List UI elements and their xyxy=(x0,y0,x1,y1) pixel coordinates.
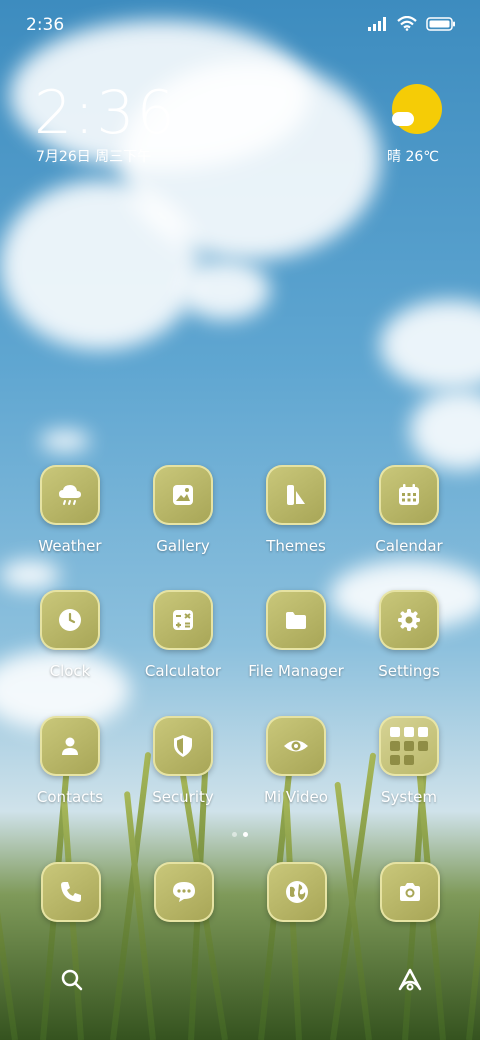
weather-widget-text: 晴 26℃ xyxy=(387,149,439,165)
system-folder-icon xyxy=(379,716,439,776)
app-label: System xyxy=(381,788,437,806)
page-dot[interactable] xyxy=(232,832,237,837)
app-mi-video[interactable]: Mi Video xyxy=(240,716,352,806)
status-time: 2:36 xyxy=(26,15,65,35)
weather-icon xyxy=(40,465,100,525)
gear-icon xyxy=(379,590,439,650)
app-label: Mi Video xyxy=(264,788,328,806)
app-label: Security xyxy=(152,788,214,806)
clock-widget-time[interactable]: 2:36 xyxy=(34,78,177,148)
signal-icon xyxy=(368,16,386,31)
camera-icon xyxy=(380,862,440,922)
app-label: Calculator xyxy=(144,662,222,680)
app-themes[interactable]: Themes xyxy=(240,465,352,555)
app-label: Weather xyxy=(38,537,102,555)
clock-widget-date: 7月26日 周三下午 xyxy=(36,149,152,165)
contacts-icon xyxy=(40,716,100,776)
app-calendar[interactable]: Calendar xyxy=(353,465,465,555)
calendar-icon xyxy=(379,465,439,525)
browser-icon xyxy=(267,862,327,922)
calculator-icon xyxy=(153,590,213,650)
page-indicator xyxy=(0,832,480,837)
app-calculator[interactable]: Calculator xyxy=(127,590,239,680)
app-label: File Manager xyxy=(248,662,344,680)
app-contacts[interactable]: Contacts xyxy=(14,716,126,806)
eye-icon xyxy=(266,716,326,776)
app-file-manager[interactable]: File Manager xyxy=(240,590,352,680)
themes-icon xyxy=(266,465,326,525)
app-label: Clock xyxy=(49,662,91,680)
app-settings[interactable]: Settings xyxy=(353,590,465,680)
app-weather[interactable]: Weather xyxy=(14,465,126,555)
gallery-icon xyxy=(153,465,213,525)
app-vault-icon[interactable] xyxy=(396,968,424,996)
folder-icon xyxy=(266,590,326,650)
app-clock[interactable]: Clock xyxy=(14,590,126,680)
battery-icon xyxy=(426,16,455,31)
shield-icon xyxy=(153,716,213,776)
app-label: Contacts xyxy=(36,788,104,806)
app-label: Settings xyxy=(378,662,440,680)
status-bar: 2:36 xyxy=(0,0,480,50)
wifi-icon xyxy=(397,16,417,31)
weather-widget[interactable]: 晴 26℃ xyxy=(386,84,446,166)
page-dot-active[interactable] xyxy=(243,832,248,837)
dock-phone[interactable] xyxy=(41,862,101,922)
app-gallery[interactable]: Gallery xyxy=(127,465,239,555)
app-security[interactable]: Security xyxy=(127,716,239,806)
phone-icon xyxy=(41,862,101,922)
dock-browser[interactable] xyxy=(267,862,327,922)
app-label: Calendar xyxy=(375,537,443,555)
dock-camera[interactable] xyxy=(380,862,440,922)
messages-icon xyxy=(154,862,214,922)
app-label: Gallery xyxy=(156,537,210,555)
search-icon[interactable] xyxy=(60,968,84,996)
app-label: Themes xyxy=(266,537,326,555)
app-system-folder[interactable]: System xyxy=(353,716,465,806)
dock-messages[interactable] xyxy=(154,862,214,922)
clock-icon xyxy=(40,590,100,650)
sunny-partly-cloudy-icon xyxy=(392,84,442,134)
